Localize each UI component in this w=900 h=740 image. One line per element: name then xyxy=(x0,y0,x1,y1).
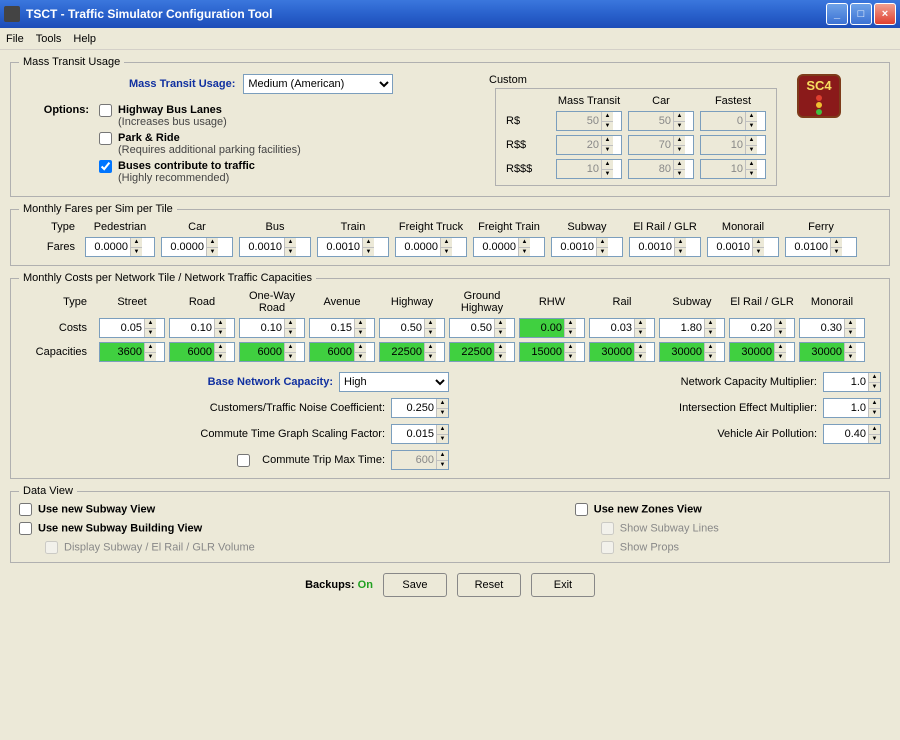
custom-r2-car[interactable]: ▲▼ xyxy=(628,135,694,155)
custom-r1-mt[interactable]: ▲▼ xyxy=(556,111,622,131)
trip-label: Commute Trip Max Time: xyxy=(262,454,385,466)
inter-spinner[interactable]: ▲▼ xyxy=(823,398,881,418)
fares-legend: Monthly Fares per Sim per Tile xyxy=(19,203,177,215)
show-subway-lines-checkbox xyxy=(601,522,614,535)
spinner[interactable]: ▲▼ xyxy=(239,237,311,257)
spinner[interactable]: ▲▼ xyxy=(161,237,233,257)
mult-label: Network Capacity Multiplier: xyxy=(681,376,817,388)
dv-legend: Data View xyxy=(19,485,77,497)
footer: Backups: On Save Reset Exit xyxy=(10,573,890,597)
custom-r2-fast[interactable]: ▲▼ xyxy=(700,135,766,155)
mt-usage-label: Mass Transit Usage: xyxy=(129,78,235,90)
spinner[interactable]: ▲▼ xyxy=(449,318,515,338)
custom-r3-mt[interactable]: ▲▼ xyxy=(556,159,622,179)
mt-usage-select[interactable]: Medium (American) xyxy=(243,74,393,94)
base-capacity-select[interactable]: High xyxy=(339,372,449,392)
spinner[interactable]: ▲▼ xyxy=(659,318,725,338)
custom-box: Mass Transit Car Fastest R$ ▲▼ ▲▼ ▲▼ R$$… xyxy=(495,88,777,186)
spinner[interactable]: ▲▼ xyxy=(473,237,545,257)
costs-legend: Monthly Costs per Network Tile / Network… xyxy=(19,272,316,284)
titlebar: TSCT - Traffic Simulator Configuration T… xyxy=(0,0,900,28)
spinner[interactable]: ▲▼ xyxy=(551,237,623,257)
close-button[interactable]: × xyxy=(874,3,896,25)
scale-label: Commute Time Graph Scaling Factor: xyxy=(200,428,385,440)
highway-bus-lanes-checkbox[interactable] xyxy=(99,104,112,117)
window-title: TSCT - Traffic Simulator Configuration T… xyxy=(26,7,826,21)
custom-r1-car[interactable]: ▲▼ xyxy=(628,111,694,131)
spinner[interactable]: ▲▼ xyxy=(99,342,165,362)
spinner[interactable]: ▲▼ xyxy=(85,237,155,257)
display-volume-checkbox xyxy=(45,541,58,554)
menubar: File Tools Help xyxy=(0,28,900,50)
spinner[interactable]: ▲▼ xyxy=(799,318,865,338)
spinner[interactable]: ▲▼ xyxy=(99,318,165,338)
spinner[interactable]: ▲▼ xyxy=(379,318,445,338)
inter-label: Intersection Effect Multiplier: xyxy=(679,402,817,414)
spinner[interactable]: ▲▼ xyxy=(395,237,467,257)
exit-button[interactable]: Exit xyxy=(531,573,595,597)
spinner[interactable]: ▲▼ xyxy=(379,342,445,362)
spinner[interactable]: ▲▼ xyxy=(239,318,305,338)
base-capacity-label: Base Network Capacity: xyxy=(208,376,333,388)
show-props-checkbox xyxy=(601,541,614,554)
trip-max-checkbox[interactable] xyxy=(237,454,250,467)
spinner[interactable]: ▲▼ xyxy=(309,318,375,338)
spinner[interactable]: ▲▼ xyxy=(729,318,795,338)
menu-help[interactable]: Help xyxy=(73,33,96,45)
custom-r3-car[interactable]: ▲▼ xyxy=(628,159,694,179)
costs-group: Monthly Costs per Network Tile / Network… xyxy=(10,272,890,479)
options-label: Options: xyxy=(19,104,89,188)
mult-spinner[interactable]: ▲▼ xyxy=(823,372,881,392)
buses-traffic-checkbox[interactable] xyxy=(99,160,112,173)
app-icon xyxy=(4,6,20,22)
custom-r3-fast[interactable]: ▲▼ xyxy=(700,159,766,179)
mt-legend: Mass Transit Usage xyxy=(19,56,124,68)
minimize-button[interactable]: _ xyxy=(826,3,848,25)
noise-label: Customers/Traffic Noise Coefficient: xyxy=(210,402,385,414)
subway-view-checkbox[interactable] xyxy=(19,503,32,516)
spinner[interactable]: ▲▼ xyxy=(169,342,235,362)
menu-file[interactable]: File xyxy=(6,33,24,45)
mass-transit-usage-group: Mass Transit Usage Mass Transit Usage: M… xyxy=(10,56,890,197)
reset-button[interactable]: Reset xyxy=(457,573,521,597)
spinner[interactable]: ▲▼ xyxy=(707,237,779,257)
backups-status: On xyxy=(358,579,373,591)
spinner[interactable]: ▲▼ xyxy=(785,237,857,257)
spinner[interactable]: ▲▼ xyxy=(589,342,655,362)
spinner[interactable]: ▲▼ xyxy=(589,318,655,338)
fares-group: Monthly Fares per Sim per Tile TypePedes… xyxy=(10,203,890,266)
park-ride-checkbox[interactable] xyxy=(99,132,112,145)
trip-spinner[interactable]: ▲▼ xyxy=(391,450,449,470)
spinner[interactable]: ▲▼ xyxy=(317,237,389,257)
noise-spinner[interactable]: ▲▼ xyxy=(391,398,449,418)
subway-building-checkbox[interactable] xyxy=(19,522,32,535)
spinner[interactable]: ▲▼ xyxy=(239,342,305,362)
save-button[interactable]: Save xyxy=(383,573,447,597)
custom-r1-fast[interactable]: ▲▼ xyxy=(700,111,766,131)
spinner[interactable]: ▲▼ xyxy=(449,342,515,362)
spinner[interactable]: ▲▼ xyxy=(169,318,235,338)
spinner[interactable]: ▲▼ xyxy=(519,342,585,362)
custom-label: Custom xyxy=(489,74,777,86)
zones-view-checkbox[interactable] xyxy=(575,503,588,516)
spinner[interactable]: ▲▼ xyxy=(729,342,795,362)
spinner[interactable]: ▲▼ xyxy=(659,342,725,362)
data-view-group: Data View Use new Subway View Use new Su… xyxy=(10,485,890,563)
spinner[interactable]: ▲▼ xyxy=(519,318,585,338)
spinner[interactable]: ▲▼ xyxy=(309,342,375,362)
poll-spinner[interactable]: ▲▼ xyxy=(823,424,881,444)
sc4-logo: SC4 xyxy=(797,74,841,118)
poll-label: Vehicle Air Pollution: xyxy=(717,428,817,440)
custom-r2-mt[interactable]: ▲▼ xyxy=(556,135,622,155)
menu-tools[interactable]: Tools xyxy=(36,33,62,45)
spinner[interactable]: ▲▼ xyxy=(629,237,701,257)
scale-spinner[interactable]: ▲▼ xyxy=(391,424,449,444)
maximize-button[interactable]: □ xyxy=(850,3,872,25)
spinner[interactable]: ▲▼ xyxy=(799,342,865,362)
